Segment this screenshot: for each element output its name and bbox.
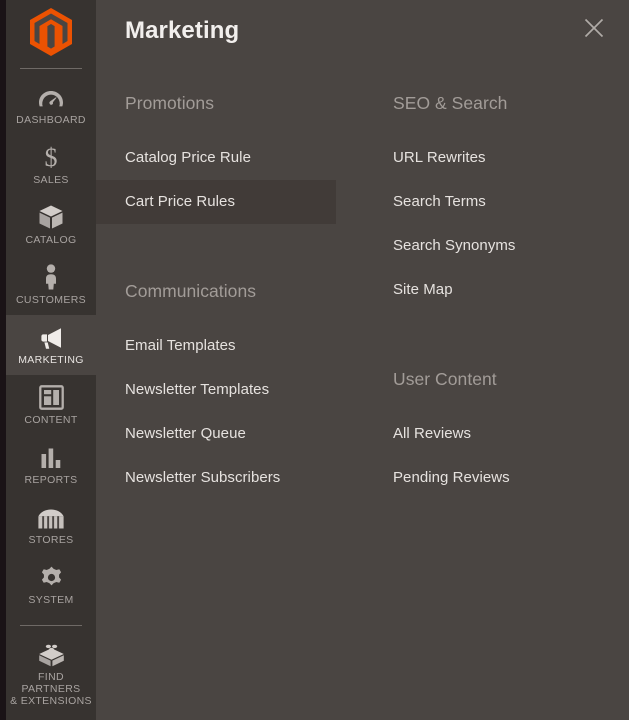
- lego-brick-icon: [38, 641, 65, 667]
- menu-group-title: Communications: [125, 281, 257, 301]
- close-menu-button[interactable]: [577, 13, 611, 47]
- svg-text:$: $: [45, 144, 58, 170]
- primary-sidebar: Dashboard $ Sales Catalog: [0, 0, 96, 720]
- menu-column-left: Promotions Catalog Price Rule Cart Price…: [96, 92, 364, 500]
- storefront-icon: [37, 504, 65, 530]
- column-spacer: [364, 340, 609, 368]
- sidebar-item-label: Find Partners & Extensions: [10, 671, 92, 707]
- sidebar-item-label: Catalog: [25, 234, 77, 246]
- sidebar-item-label: Reports: [24, 474, 78, 486]
- menu-columns: Promotions Catalog Price Rule Cart Price…: [96, 62, 629, 500]
- sidebar-item-catalog[interactable]: Catalog: [6, 195, 96, 255]
- sidebar-item-dashboard[interactable]: Dashboard: [6, 75, 96, 135]
- menu-item-newsletter-queue[interactable]: Newsletter Queue: [96, 412, 336, 456]
- menu-item-url-rewrites[interactable]: URL Rewrites: [364, 136, 609, 180]
- menu-item-search-terms[interactable]: Search Terms: [364, 180, 609, 224]
- menu-item-all-reviews[interactable]: All Reviews: [364, 412, 609, 456]
- menu-item-catalog-price-rule[interactable]: Catalog Price Rule: [96, 136, 336, 180]
- sidebar-item-content[interactable]: Content: [6, 375, 96, 435]
- dollar-sign-icon: $: [42, 144, 60, 170]
- gear-icon: [39, 564, 64, 590]
- box-icon: [38, 204, 64, 230]
- sidebar-item-find-partners-extensions[interactable]: Find Partners & Extensions: [6, 632, 96, 716]
- menu-group-title: User Content: [393, 369, 497, 389]
- sidebar-item-marketing[interactable]: Marketing: [6, 315, 96, 375]
- sidebar-item-stores[interactable]: Stores: [6, 495, 96, 555]
- megaphone-icon: [37, 324, 65, 350]
- sidebar-item-label: Marketing: [18, 354, 84, 366]
- menu-item-pending-reviews[interactable]: Pending Reviews: [364, 456, 609, 500]
- sidebar-item-system[interactable]: System: [6, 555, 96, 615]
- page-title: Marketing: [125, 17, 240, 44]
- menu-item-newsletter-subscribers[interactable]: Newsletter Subscribers: [96, 456, 336, 500]
- menu-item-newsletter-templates[interactable]: Newsletter Templates: [96, 368, 336, 412]
- menu-group-promotions: Promotions Catalog Price Rule Cart Price…: [96, 92, 364, 224]
- magento-logo[interactable]: [6, 0, 96, 58]
- menu-group-title: SEO & Search: [393, 93, 508, 113]
- sidebar-divider-bottom: [20, 625, 82, 626]
- menu-item-cart-price-rules[interactable]: Cart Price Rules: [96, 180, 336, 224]
- sidebar-item-label: Sales: [33, 174, 69, 186]
- sidebar-item-customers[interactable]: Customers: [6, 255, 96, 315]
- sidebar-item-label: Stores: [28, 534, 74, 546]
- admin-menu-overlay: Dashboard $ Sales Catalog: [0, 0, 629, 720]
- menu-group-seo-search: SEO & Search URL Rewrites Search Terms S…: [364, 92, 609, 312]
- sidebar-item-label: Customers: [15, 294, 87, 306]
- menu-group-title: Promotions: [125, 93, 215, 113]
- dashboard-gauge-icon: [38, 84, 64, 110]
- sidebar-divider-top: [20, 68, 82, 69]
- left-edge-strip: [0, 0, 6, 720]
- menu-group-communications: Communications Email Templates Newslette…: [96, 280, 364, 500]
- menu-group-user-content: User Content All Reviews Pending Reviews: [364, 368, 609, 500]
- sidebar-item-sales[interactable]: $ Sales: [6, 135, 96, 195]
- menu-item-site-map[interactable]: Site Map: [364, 268, 609, 312]
- person-icon: [42, 264, 60, 290]
- menu-item-search-synonyms[interactable]: Search Synonyms: [364, 224, 609, 268]
- column-spacer: [96, 252, 364, 280]
- close-x-icon: [583, 17, 605, 44]
- marketing-menu-panel: Marketing Promotions Catalog Price Rule …: [96, 0, 629, 720]
- panel-header: Marketing: [96, 0, 629, 62]
- bar-chart-icon: [39, 444, 63, 470]
- menu-column-right: SEO & Search URL Rewrites Search Terms S…: [364, 92, 609, 500]
- sidebar-item-reports[interactable]: Reports: [6, 435, 96, 495]
- sidebar-item-label: System: [28, 594, 74, 606]
- menu-item-email-templates[interactable]: Email Templates: [96, 324, 336, 368]
- sidebar-item-label: Content: [24, 414, 78, 426]
- layout-page-icon: [38, 384, 64, 410]
- sidebar-item-label: Dashboard: [16, 114, 86, 126]
